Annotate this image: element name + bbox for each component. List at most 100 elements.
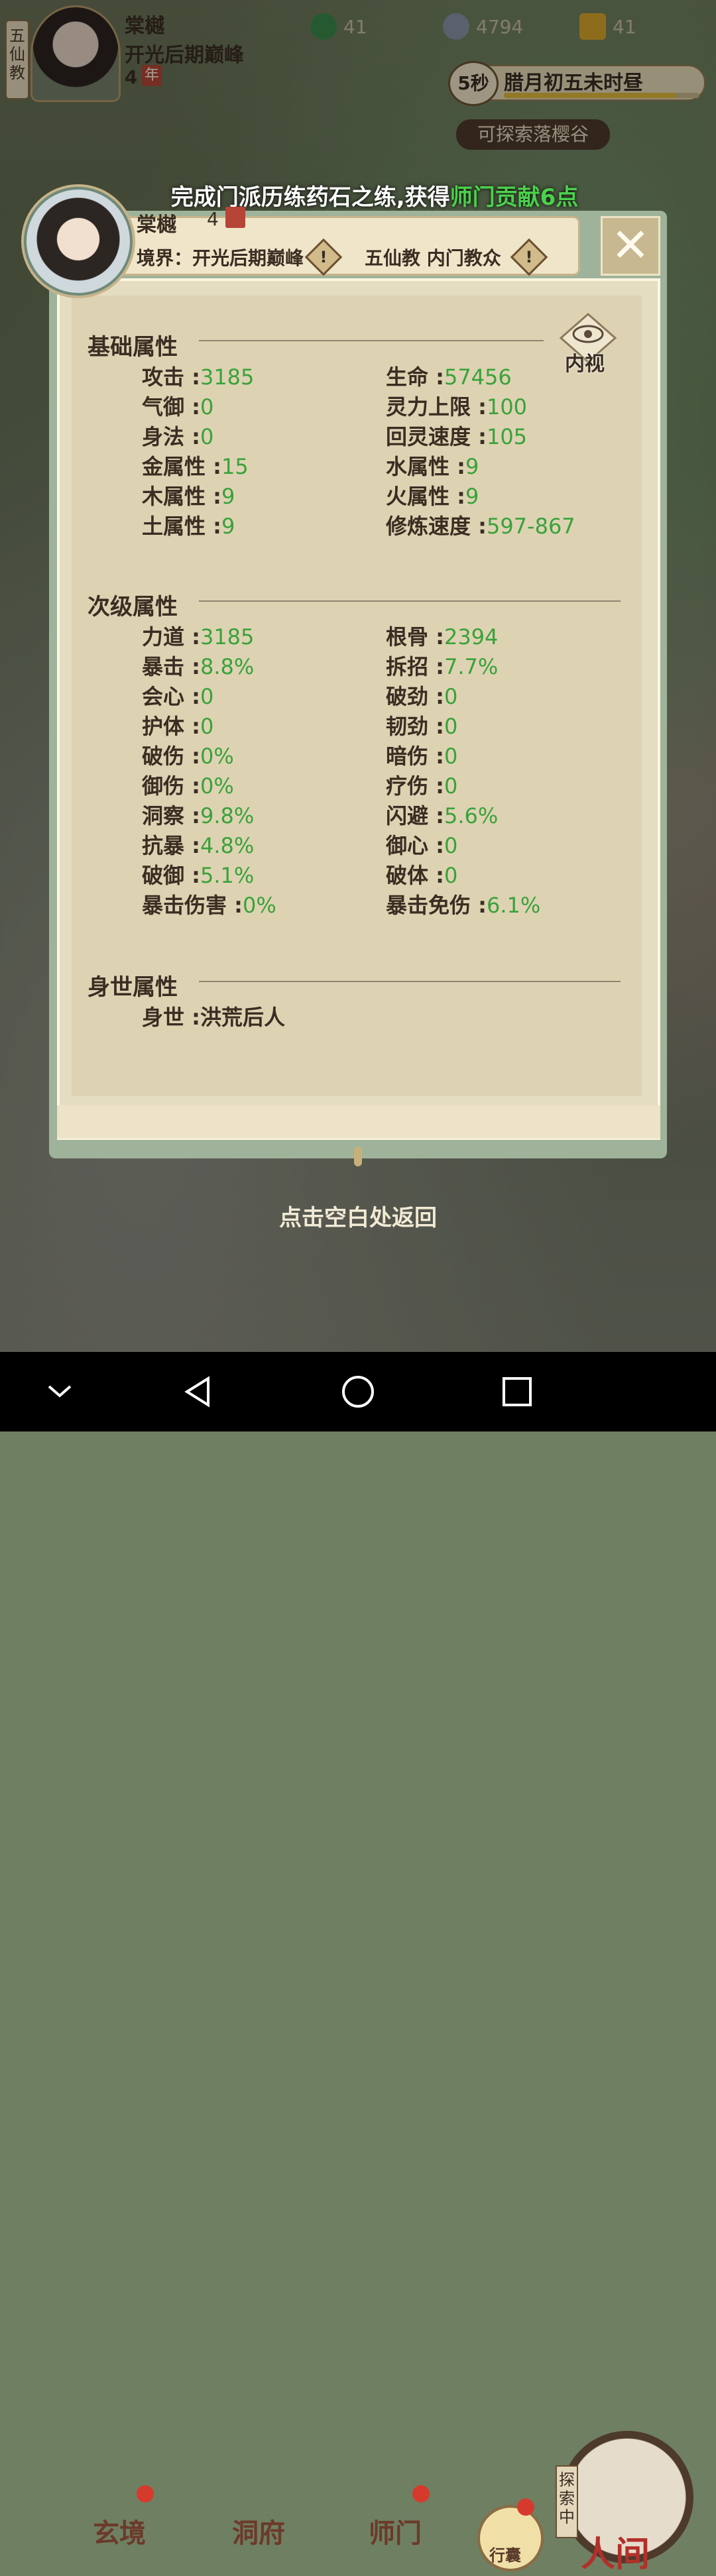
stat-row: 木属性 :9: [142, 480, 235, 510]
stat-value: 9.8%: [200, 803, 255, 828]
stat-label: 破劲 :: [386, 684, 444, 709]
stat-label: 金属性 :: [142, 454, 221, 479]
stat-value: 597-867: [486, 514, 575, 539]
stat-value: 8.8%: [200, 654, 255, 679]
collapse-icon[interactable]: [40, 1372, 80, 1412]
notification-dot: [517, 2498, 534, 2516]
stat-value: 0: [200, 714, 214, 739]
section-divider: [199, 981, 621, 982]
stat-row: 暴击伤害 :0%: [142, 889, 276, 919]
stat-label: 暗伤 :: [386, 744, 444, 769]
stat-label: 身世 :: [142, 1005, 200, 1030]
stat-label: 身法 :: [142, 424, 200, 449]
stat-row: 气御 :0: [142, 390, 213, 421]
stat-label: 根骨 :: [386, 624, 444, 649]
bag-label: 行囊: [489, 2546, 521, 2565]
stat-row: 身法 :0: [142, 420, 213, 451]
stat-row: 破御 :5.1%: [142, 859, 254, 889]
stat-label: 火属性 :: [386, 484, 465, 509]
tap-to-return-hint[interactable]: 点击空白处返回: [0, 1200, 716, 1232]
stat-label: 洞察 :: [142, 803, 200, 828]
character-portrait: [24, 187, 133, 296]
stat-row: 闪避 :5.6%: [386, 799, 498, 830]
stat-row: 回灵速度 :105: [386, 420, 527, 451]
stat-label: 木属性 :: [142, 484, 221, 509]
stat-value: 9: [221, 484, 235, 509]
stat-label: 修炼速度 :: [386, 514, 487, 539]
stat-row: 破伤 :0%: [142, 740, 234, 770]
stat-value: 3185: [200, 624, 255, 649]
stat-label: 护体 :: [142, 714, 200, 739]
stat-row: 修炼速度 :597-867: [386, 510, 575, 540]
stat-value: 9: [465, 484, 479, 509]
stat-row: 暴击免伤 :6.1%: [386, 889, 540, 919]
stat-label: 攻击 :: [142, 364, 200, 390]
stat-row: 灵力上限 :100: [386, 390, 527, 421]
nav-dongfu[interactable]: 洞府: [232, 2512, 285, 2550]
nav-shimen[interactable]: 师门: [369, 2512, 422, 2550]
stat-row: 御心 :0: [386, 829, 457, 860]
header-age: 4: [207, 208, 219, 230]
stat-label: 回灵速度 :: [386, 424, 487, 449]
stat-row: 暴击 :8.8%: [142, 650, 254, 681]
stat-value: 9: [465, 454, 479, 479]
stat-label: 御伤 :: [142, 773, 200, 799]
stat-label: 抗暴 :: [142, 833, 200, 858]
stat-value: 2394: [444, 624, 499, 649]
stat-row: 破劲 :0: [386, 680, 457, 710]
stat-row: 抗暴 :4.8%: [142, 829, 254, 860]
stat-row: 拆招 :7.7%: [386, 650, 498, 681]
stat-value: 洪荒后人: [200, 1005, 285, 1030]
stat-label: 水属性 :: [386, 454, 465, 479]
back-icon[interactable]: [179, 1372, 219, 1412]
world-label: 人间: [581, 2535, 650, 2575]
stat-value: 0%: [242, 893, 276, 918]
panel-footer: [57, 1105, 660, 1139]
notification-text: 完成门派历练药石之练,获得: [170, 184, 450, 211]
recents-icon[interactable]: [497, 1372, 537, 1412]
stat-label: 暴击伤害 :: [142, 893, 243, 918]
stat-row: 洞察 :9.8%: [142, 799, 254, 830]
nav-xuanjing[interactable]: 玄境: [93, 2512, 146, 2550]
stat-row: 水属性 :9: [386, 450, 479, 480]
stat-label: 破御 :: [142, 863, 200, 888]
panel-pin-icon: [354, 1147, 362, 1166]
stat-value: 15: [221, 454, 249, 479]
header-sect: 五仙教 内门教众: [365, 247, 501, 269]
origin-stat: 身世 :洪荒后人: [142, 1001, 285, 1031]
stat-value: 5.1%: [200, 863, 255, 888]
stat-label: 破伤 :: [142, 744, 200, 769]
close-button[interactable]: ✕: [601, 216, 660, 276]
stat-row: 力道 :3185: [142, 620, 254, 651]
home-icon[interactable]: [338, 1372, 378, 1412]
stat-value: 0: [444, 773, 458, 799]
stat-label: 御心 :: [386, 833, 444, 858]
header-age-badge: [225, 207, 245, 228]
stat-label: 破体 :: [386, 863, 444, 888]
stat-value: 0: [200, 424, 214, 449]
stat-value: 100: [486, 394, 528, 420]
stat-row: 火属性 :9: [386, 480, 479, 510]
stat-value: 105: [486, 424, 528, 449]
stat-value: 0: [444, 833, 458, 858]
stat-value: 0%: [200, 744, 234, 769]
inner-view-label[interactable]: 内视: [565, 347, 605, 376]
stat-row: 生命 :57456: [386, 361, 512, 391]
stat-value: 0: [444, 744, 458, 769]
stat-row: 土属性 :9: [142, 510, 235, 540]
stat-value: 6.1%: [486, 893, 541, 918]
notification-dot: [137, 2485, 154, 2502]
stat-row: 攻击 :3185: [142, 361, 254, 391]
stat-row: 疗伤 :0: [386, 769, 457, 800]
stat-value: 3185: [200, 364, 255, 390]
origin-attributes-title: 身世属性: [88, 974, 178, 1001]
stat-row: 暗伤 :0: [386, 740, 457, 770]
stat-row: 根骨 :2394: [386, 620, 498, 651]
stat-row: 韧劲 :0: [386, 710, 457, 740]
stat-label: 会心 :: [142, 684, 200, 709]
header-name: 棠樾: [137, 213, 176, 237]
stat-row: 金属性 :15: [142, 450, 249, 480]
stat-label: 生命 :: [386, 364, 444, 390]
stat-value: 9: [221, 514, 235, 539]
stat-label: 力道 :: [142, 624, 200, 649]
